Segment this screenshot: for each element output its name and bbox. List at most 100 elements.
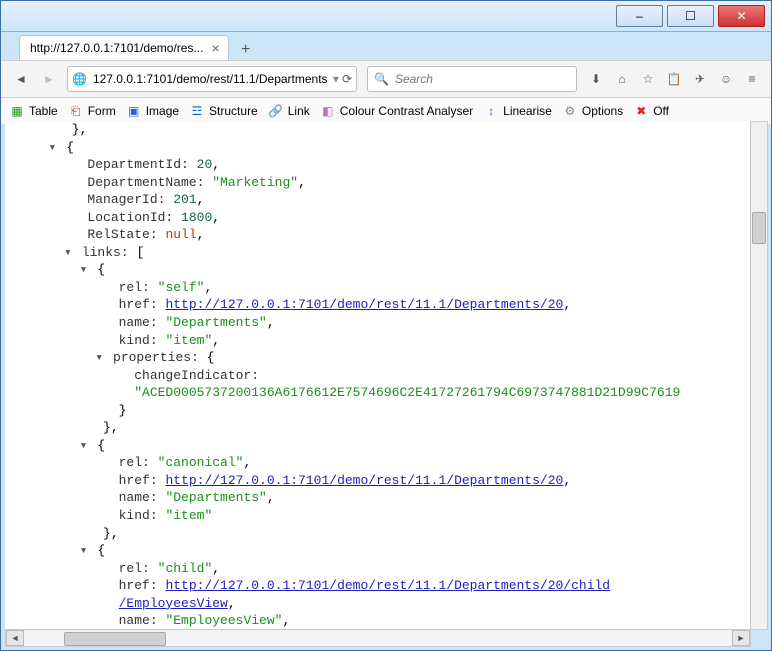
off-icon: ✖: [633, 103, 649, 119]
json-line: kind: "item": [25, 507, 759, 525]
json-key: links:: [82, 245, 137, 260]
browser-window: – ☐ ✕ http://127.0.0.1:7101/demo/res... …: [0, 0, 772, 651]
json-line: }: [25, 402, 759, 420]
url-input[interactable]: [91, 71, 330, 87]
json-line: RelState: null,: [25, 226, 759, 244]
downloads-button[interactable]: ⬇: [583, 65, 609, 93]
vertical-scroll-thumb[interactable]: [752, 212, 766, 244]
window-maximize-button[interactable]: ☐: [667, 5, 714, 27]
json-line: ▾ {: [25, 437, 759, 455]
tool-off[interactable]: ✖ Off: [633, 103, 669, 119]
json-line: href: http://127.0.0.1:7101/demo/rest/11…: [25, 472, 759, 490]
tool-linearise[interactable]: ↕Linearise: [483, 103, 552, 119]
json-toggle[interactable]: ▾: [80, 437, 90, 455]
tool-form[interactable]: ⎗ Form: [68, 103, 116, 119]
send-button[interactable]: ✈: [687, 65, 713, 93]
json-key: properties:: [113, 350, 207, 365]
vertical-scrollbar[interactable]: [750, 121, 768, 630]
json-value: "item": [165, 333, 212, 348]
window-titlebar: – ☐ ✕: [1, 1, 771, 32]
browser-tab[interactable]: http://127.0.0.1:7101/demo/res... ×: [19, 35, 229, 60]
json-key: name:: [119, 490, 166, 505]
window-close-button[interactable]: ✕: [718, 5, 765, 27]
tool-table[interactable]: ▦Table: [9, 103, 58, 119]
contrast-icon: ◧: [320, 103, 336, 119]
json-toggle[interactable]: ▾: [80, 261, 90, 279]
forward-button[interactable]: ►: [35, 65, 63, 93]
forward-icon: ►: [43, 72, 55, 86]
options-icon: ⚙: [562, 103, 578, 119]
json-key: RelState:: [87, 227, 165, 242]
json-value: "item": [165, 508, 212, 523]
json-line: kind: "item",: [25, 332, 759, 350]
tool-cca[interactable]: ◧ Colour Contrast Analyser: [320, 103, 473, 119]
tool-link[interactable]: 🔗Link: [268, 103, 310, 119]
library-button[interactable]: 📋: [661, 65, 687, 93]
close-icon: ✕: [736, 9, 746, 23]
json-key: DepartmentName:: [87, 175, 212, 190]
json-key: rel:: [119, 280, 158, 295]
home-button[interactable]: ⌂: [609, 65, 635, 93]
tool-label: Off: [653, 104, 669, 118]
json-link[interactable]: http://127.0.0.1:7101/demo/rest/11.1/Dep…: [165, 473, 563, 488]
json-toggle[interactable]: ▾: [64, 244, 74, 262]
tool-label: Colour Contrast Analyser: [340, 104, 473, 118]
json-key: kind:: [119, 333, 166, 348]
json-key: name:: [119, 315, 166, 330]
json-value: "EmployeesView": [165, 613, 282, 628]
horizontal-scroll-thumb[interactable]: [64, 632, 166, 646]
new-tab-button[interactable]: +: [235, 40, 257, 60]
json-key: DepartmentId:: [87, 157, 196, 172]
window-minimize-button[interactable]: –: [616, 5, 663, 27]
json-line: ▾ links: [: [25, 244, 759, 262]
json-link[interactable]: /EmployeesView: [119, 596, 228, 611]
json-line: ManagerId: 201,: [25, 191, 759, 209]
horizontal-scrollbar[interactable]: ◄ ►: [5, 629, 751, 647]
download-icon: ⬇: [591, 72, 601, 86]
tab-close-icon[interactable]: ×: [211, 40, 219, 56]
json-value: "Departments": [165, 315, 266, 330]
json-value: 201: [173, 192, 196, 207]
tool-image[interactable]: ▣Image: [126, 103, 179, 119]
menu-button[interactable]: ≡: [739, 65, 765, 93]
json-value: 1800: [181, 210, 212, 225]
star-icon: ☆: [643, 72, 654, 86]
tool-label: Structure: [209, 104, 258, 118]
maximize-icon: ☐: [685, 9, 696, 23]
json-toggle[interactable]: ▾: [48, 139, 58, 157]
reload-icon[interactable]: ⟳: [342, 72, 352, 86]
json-line: ▾ properties: {: [25, 349, 759, 367]
json-link[interactable]: http://127.0.0.1:7101/demo/rest/11.1/Dep…: [165, 297, 563, 312]
chat-button[interactable]: ☺: [713, 65, 739, 93]
tool-label: Linearise: [503, 104, 552, 118]
horizontal-scroll-track[interactable]: [24, 631, 732, 645]
tool-label: Form: [88, 104, 116, 118]
json-toggle[interactable]: ▾: [95, 349, 105, 367]
scroll-right-button[interactable]: ►: [732, 630, 750, 646]
json-line: rel: "child",: [25, 560, 759, 578]
tab-title: http://127.0.0.1:7101/demo/res...: [30, 41, 203, 55]
json-value: "Departments": [165, 490, 266, 505]
tool-structure[interactable]: ☲ Structure: [189, 103, 258, 119]
json-line: href: http://127.0.0.1:7101/demo/rest/11…: [25, 577, 759, 595]
json-link[interactable]: http://127.0.0.1:7101/demo/rest/11.1/Dep…: [165, 578, 610, 593]
scroll-left-button[interactable]: ◄: [6, 630, 24, 646]
json-line: rel: "self",: [25, 279, 759, 297]
bookmark-button[interactable]: ☆: [635, 65, 661, 93]
json-line: LocationId: 1800,: [25, 209, 759, 227]
search-box[interactable]: 🔍: [367, 66, 577, 92]
json-toggle[interactable]: ▾: [80, 542, 90, 560]
json-line: name: "EmployeesView",: [25, 612, 759, 630]
json-key: name:: [119, 613, 166, 628]
tool-options[interactable]: ⚙Options: [562, 103, 623, 119]
search-input[interactable]: [393, 71, 570, 87]
url-box[interactable]: 🌐 ▾ ⟳: [67, 66, 357, 92]
back-button[interactable]: ◄: [7, 65, 35, 93]
send-icon: ✈: [695, 72, 705, 86]
json-key: rel:: [119, 455, 158, 470]
form-icon: ⎗: [68, 103, 84, 119]
dropdown-icon[interactable]: ▾: [333, 72, 339, 86]
structure-icon: ☲: [189, 103, 205, 119]
json-content[interactable]: }, ▾ { DepartmentId: 20, DepartmentName:…: [5, 121, 767, 630]
tool-label: Table: [29, 104, 58, 118]
